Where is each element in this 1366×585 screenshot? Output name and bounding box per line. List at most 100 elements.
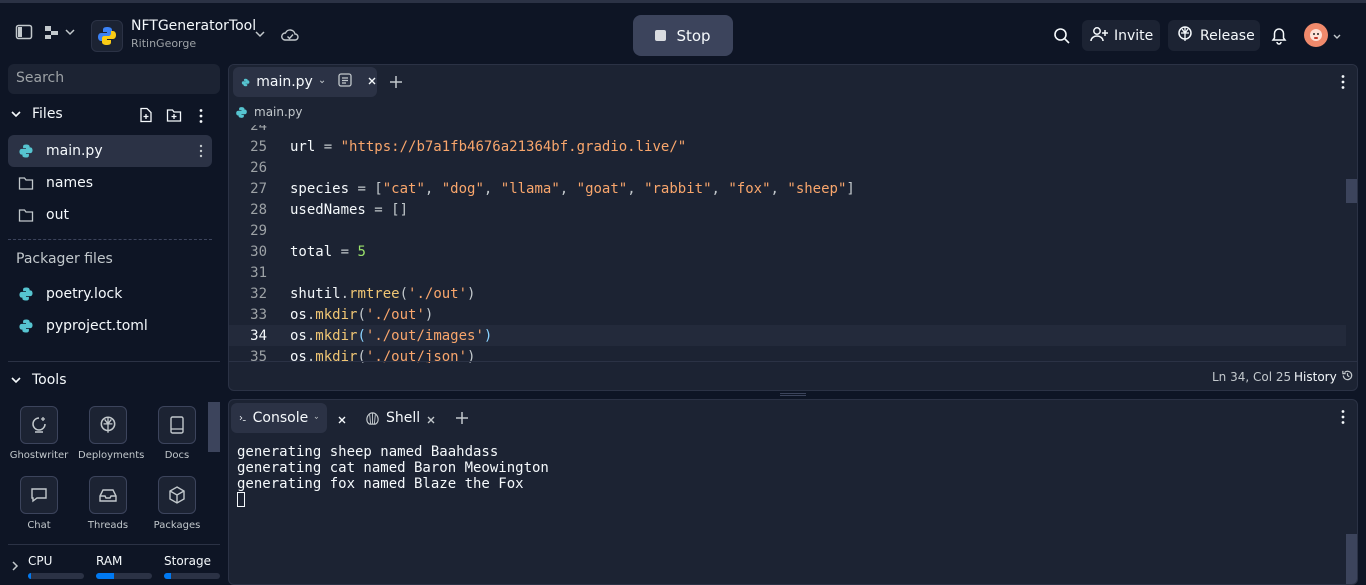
line-number: 27 (250, 180, 267, 197)
folder-item-names[interactable]: names (8, 167, 212, 199)
code-line[interactable]: 26 (229, 157, 1346, 178)
python-file-icon (19, 144, 33, 158)
line-number: 32 (250, 285, 267, 302)
history-label[interactable]: History (1294, 370, 1337, 384)
tab-console[interactable]: Console (231, 403, 327, 433)
code-line[interactable]: 25 url = "https://b7a1fb4676a21364bf.grad… (229, 136, 1346, 157)
tab-label: main.py (256, 74, 313, 90)
tab-main-py[interactable]: main.py (233, 67, 377, 97)
packager-files-title: Packager files (16, 251, 113, 267)
more-vertical-icon[interactable] (1340, 74, 1346, 94)
code-line[interactable]: 32 shutil.rmtree('./out') (229, 283, 1346, 304)
code-line[interactable]: 30 total = 5 (229, 241, 1346, 262)
console-scrollbar[interactable] (1346, 534, 1357, 584)
chevron-right-icon[interactable] (10, 560, 20, 576)
editor-scrollbar[interactable] (1346, 179, 1357, 203)
terminal-icon (239, 415, 246, 421)
invite-button[interactable]: Invite (1082, 20, 1160, 51)
cloud-sync-icon[interactable] (281, 27, 299, 47)
code-text: shutil.rmtree('./out') (290, 285, 476, 302)
editor-status-bar: Ln 34, Col 25 History (229, 361, 1357, 390)
file-item-main-py[interactable]: main.py (8, 135, 212, 167)
add-user-icon (1090, 26, 1108, 46)
file-item-poetry-lock[interactable]: poetry.lock (8, 278, 212, 310)
tool-label: Deployments (78, 450, 145, 461)
stop-button[interactable]: Stop (633, 15, 733, 56)
console-line: generating fox named Blaze the Fox (237, 476, 524, 492)
storage-meter (164, 573, 220, 579)
ghostwriter-icon (32, 417, 46, 433)
code-line[interactable]: 34 os.mkdir('./out/images') (229, 325, 1346, 346)
repl-owner[interactable]: RitinGeorge (131, 37, 196, 50)
avatar[interactable] (1304, 23, 1328, 47)
close-icon[interactable] (337, 413, 347, 429)
history-icon[interactable] (1341, 369, 1354, 385)
code-area[interactable]: 24 25 url = "https://b7a1fb4676a21364bf.gr… (229, 125, 1357, 363)
chevron-down-icon[interactable] (314, 413, 319, 423)
code-line[interactable]: 24 (229, 125, 1346, 136)
search-input[interactable]: Search (8, 64, 220, 94)
tool-label: Packages (153, 520, 201, 531)
new-folder-icon[interactable] (166, 107, 182, 127)
folder-name: out (46, 207, 69, 223)
console-output[interactable]: generating sheep named Baahdass generati… (237, 444, 549, 507)
sidebar: Search Files main.py names out Packager … (0, 64, 228, 585)
more-vertical-icon[interactable] (198, 144, 204, 162)
threads-icon (99, 489, 117, 502)
chevron-down-icon (11, 111, 21, 118)
code-text: usedNames = [] (290, 201, 409, 218)
plus-icon[interactable] (455, 411, 469, 429)
python-file-icon (236, 106, 247, 118)
code-line[interactable]: 27 species = ["cat", "dog", "llama", "goa… (229, 178, 1346, 199)
chat-icon (31, 488, 47, 503)
tab-shell[interactable]: Shell (357, 403, 428, 433)
code-line[interactable]: 29 (229, 220, 1346, 241)
files-title: Files (32, 106, 63, 122)
cursor-position[interactable]: Ln 34, Col 25 (1212, 370, 1291, 384)
pane-resize-handle[interactable] (780, 393, 806, 396)
file-item-pyproject-toml[interactable]: pyproject.toml (8, 310, 212, 342)
tool-docs[interactable]: Docs (147, 406, 207, 461)
terminal-cursor (237, 492, 245, 507)
editor-pane: main.py main.py 24 25 url = "https://b7a1f… (228, 64, 1358, 391)
breadcrumb-label: main.py (254, 105, 303, 119)
code-line[interactable]: 28 usedNames = [] (229, 199, 1346, 220)
tool-label: Threads (87, 520, 129, 531)
code-line[interactable]: 33 os.mkdir('./out') (229, 304, 1346, 325)
outline-icon[interactable] (337, 72, 353, 92)
tool-threads[interactable]: Threads (78, 476, 138, 531)
folder-item-out[interactable]: out (8, 199, 212, 231)
repl-name[interactable]: NFTGeneratorTool (131, 18, 256, 34)
sidebar-scrollbar[interactable] (208, 402, 220, 452)
more-vertical-icon[interactable] (198, 108, 204, 128)
chevron-down-icon[interactable] (319, 77, 325, 87)
new-file-icon[interactable] (138, 107, 154, 127)
plus-icon[interactable] (389, 75, 403, 93)
chevron-down-icon[interactable] (1332, 30, 1342, 46)
shell-icon (366, 411, 379, 425)
more-vertical-icon[interactable] (1340, 409, 1346, 429)
replit-menu-icon[interactable] (44, 24, 76, 44)
tools-section-header[interactable]: Tools (10, 372, 67, 388)
release-button[interactable]: Release (1168, 20, 1260, 51)
search-icon[interactable] (1053, 27, 1071, 49)
close-icon[interactable] (426, 413, 436, 429)
code-text: os.mkdir('./out/images') (290, 327, 493, 344)
chevron-down-icon[interactable] (254, 28, 266, 44)
line-number: 30 (250, 243, 267, 260)
tool-deployments[interactable]: Deployments (78, 406, 145, 461)
python-logo-icon (91, 20, 123, 52)
breadcrumb[interactable]: main.py (235, 105, 303, 119)
storage-label: Storage (164, 554, 211, 568)
sidebar-toggle-icon[interactable] (15, 23, 33, 45)
tool-packages[interactable]: Packages (147, 476, 207, 531)
files-section-header[interactable]: Files (10, 106, 63, 122)
close-icon[interactable] (367, 74, 377, 90)
bell-icon[interactable] (1271, 27, 1287, 49)
tab-label: Shell (386, 410, 421, 426)
tool-label: Chat (27, 520, 51, 531)
file-name: pyproject.toml (46, 318, 148, 334)
tool-ghostwriter[interactable]: Ghostwriter (9, 406, 69, 461)
tool-chat[interactable]: Chat (9, 476, 69, 531)
code-line[interactable]: 31 (229, 262, 1346, 283)
